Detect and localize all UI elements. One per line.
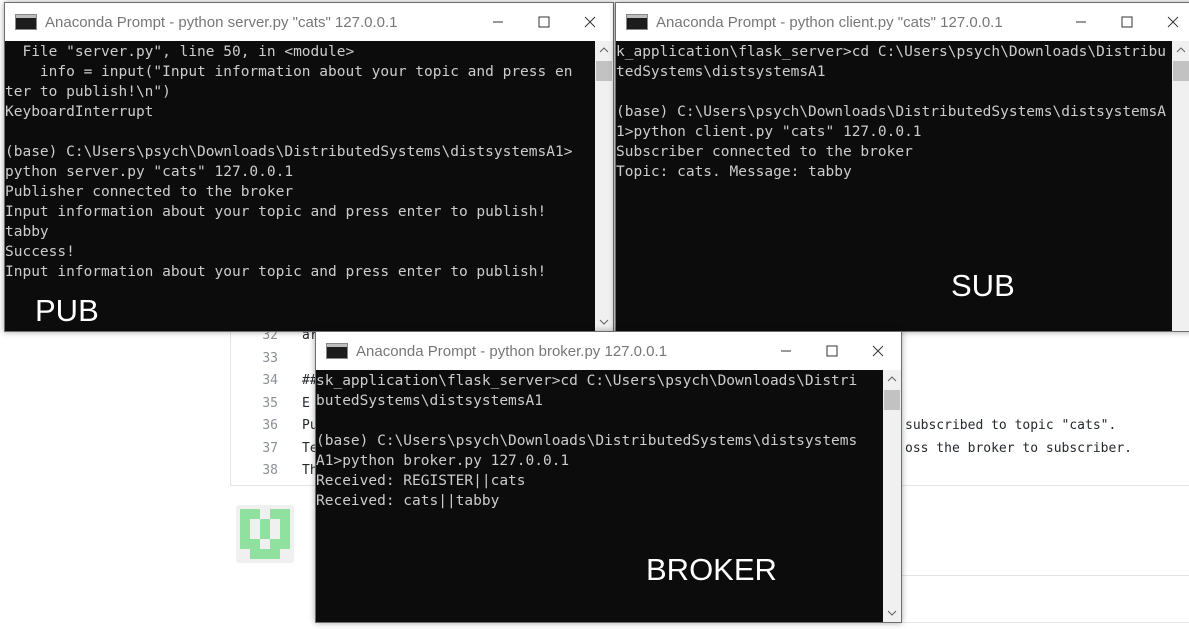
- console-line: sk_application\flask_server>cd C:\Users\…: [316, 373, 858, 389]
- close-button[interactable]: [1150, 3, 1189, 41]
- line-number: 35: [262, 395, 278, 411]
- pub-window-title: Anaconda Prompt - python server.py "cats…: [45, 13, 398, 31]
- broker-console-window[interactable]: Anaconda Prompt - python broker.py 127.0…: [315, 331, 902, 623]
- maximize-button[interactable]: [1104, 3, 1150, 41]
- minimize-icon: [781, 350, 791, 352]
- scroll-up-icon: [599, 47, 609, 53]
- sub-console-output[interactable]: k_application\flask_server>cd C:\Users\p…: [616, 41, 1178, 331]
- broker-label: BROKER: [646, 552, 777, 587]
- scroll-up-icon: [887, 376, 897, 382]
- scrollbar-thumb[interactable]: [1173, 61, 1189, 81]
- sub-title-bar[interactable]: Anaconda Prompt - python client.py "cats…: [616, 3, 1189, 41]
- console-line: Received: REGISTER||cats: [316, 473, 526, 489]
- sub-scrollbar[interactable]: [1172, 41, 1189, 331]
- line-number: 36: [262, 418, 278, 433]
- console-line: Subscriber connected to the broker: [616, 144, 913, 160]
- console-line: Input information about your topic and p…: [5, 264, 547, 280]
- identicon-avatar: [240, 509, 290, 559]
- scrollbar-thumb[interactable]: [596, 61, 612, 81]
- broker-scrollbar[interactable]: [883, 370, 901, 622]
- console-line: (base) C:\Users\psych\Downloads\Distribu…: [5, 144, 573, 160]
- scroll-down-icon: [887, 610, 897, 616]
- console-line: Publisher connected to the broker: [5, 184, 294, 200]
- console-line: A1>python broker.py 127.0.0.1: [316, 453, 570, 469]
- scroll-down-button[interactable]: [595, 313, 613, 331]
- close-button[interactable]: [855, 332, 901, 370]
- close-button[interactable]: [567, 3, 613, 41]
- console-line: Success!: [5, 244, 75, 260]
- console-line: k_application\flask_server>cd C:\Users\p…: [616, 44, 1166, 60]
- scroll-down-icon: [599, 319, 609, 325]
- line-number: 38: [262, 463, 278, 478]
- broker-title-bar[interactable]: Anaconda Prompt - python broker.py 127.0…: [316, 332, 901, 370]
- maximize-button[interactable]: [521, 3, 567, 41]
- console-line: python server.py "cats" 127.0.0.1: [5, 164, 294, 180]
- scroll-up-button[interactable]: [595, 41, 613, 59]
- cmd-window-icon: [15, 14, 37, 30]
- line-number: 37: [262, 440, 278, 456]
- pub-title-bar[interactable]: Anaconda Prompt - python server.py "cats…: [5, 3, 613, 41]
- minimize-button[interactable]: [475, 3, 521, 41]
- close-icon: [1167, 16, 1179, 28]
- close-icon: [872, 345, 884, 357]
- console-line: File "server.py", line 50, in <module>: [5, 44, 355, 60]
- cmd-window-icon: [326, 343, 348, 359]
- line-number: 34: [262, 373, 278, 388]
- broker-console-output[interactable]: sk_application\flask_server>cd C:\Users\…: [316, 370, 883, 622]
- pub-scrollbar[interactable]: [595, 41, 613, 331]
- console-line: 1>python client.py "cats" 127.0.0.1: [616, 124, 922, 140]
- scroll-up-button[interactable]: [883, 370, 901, 388]
- console-line: KeyboardInterrupt: [5, 104, 154, 120]
- line-number: 33: [262, 350, 278, 366]
- console-line: Topic: cats. Message: tabby: [616, 164, 852, 180]
- minimize-button[interactable]: [763, 332, 809, 370]
- console-line: (base) C:\Users\psych\Downloads\Distribu…: [616, 104, 1166, 120]
- sub-label: SUB: [951, 268, 1015, 303]
- console-line: ter to publish!\n"): [5, 84, 171, 100]
- pub-console-window[interactable]: Anaconda Prompt - python server.py "cats…: [4, 2, 614, 332]
- minimize-icon: [493, 21, 503, 23]
- maximize-button[interactable]: [809, 332, 855, 370]
- maximize-icon: [826, 345, 838, 357]
- code-fragment-right: oss the broker to subscriber.: [905, 440, 1132, 456]
- console-line: (base) C:\Users\psych\Downloads\Distribu…: [316, 433, 858, 449]
- pub-console-output[interactable]: File "server.py", line 50, in <module> i…: [5, 41, 595, 331]
- close-icon: [584, 16, 596, 28]
- console-line: Received: cats||tabby: [316, 493, 500, 509]
- console-line: tedSystems\distsystemsA1: [616, 64, 826, 80]
- sub-window-title: Anaconda Prompt - python client.py "cats…: [656, 13, 1003, 31]
- broker-window-title: Anaconda Prompt - python broker.py 127.0…: [356, 342, 668, 360]
- code-fragment-right: subscribed to topic "cats".: [905, 418, 1117, 433]
- console-line: Input information about your topic and p…: [5, 204, 547, 220]
- sub-console-window[interactable]: Anaconda Prompt - python client.py "cats…: [615, 2, 1189, 332]
- maximize-icon: [1121, 16, 1133, 28]
- console-line: info = input("Input information about yo…: [5, 64, 573, 80]
- scrollbar-thumb[interactable]: [884, 390, 900, 410]
- scroll-up-button[interactable]: [1172, 41, 1189, 59]
- user-avatar[interactable]: [236, 505, 294, 563]
- minimize-button[interactable]: [1058, 3, 1104, 41]
- console-line: tabby: [5, 224, 49, 240]
- console-line: butedSystems\distsystemsA1: [316, 393, 543, 409]
- minimize-icon: [1076, 21, 1086, 23]
- cmd-window-icon: [626, 14, 648, 30]
- maximize-icon: [538, 16, 550, 28]
- scroll-down-button[interactable]: [883, 604, 901, 622]
- code-fragment: E: [302, 395, 310, 411]
- scroll-up-icon: [1176, 47, 1186, 53]
- pub-label: PUB: [35, 293, 99, 328]
